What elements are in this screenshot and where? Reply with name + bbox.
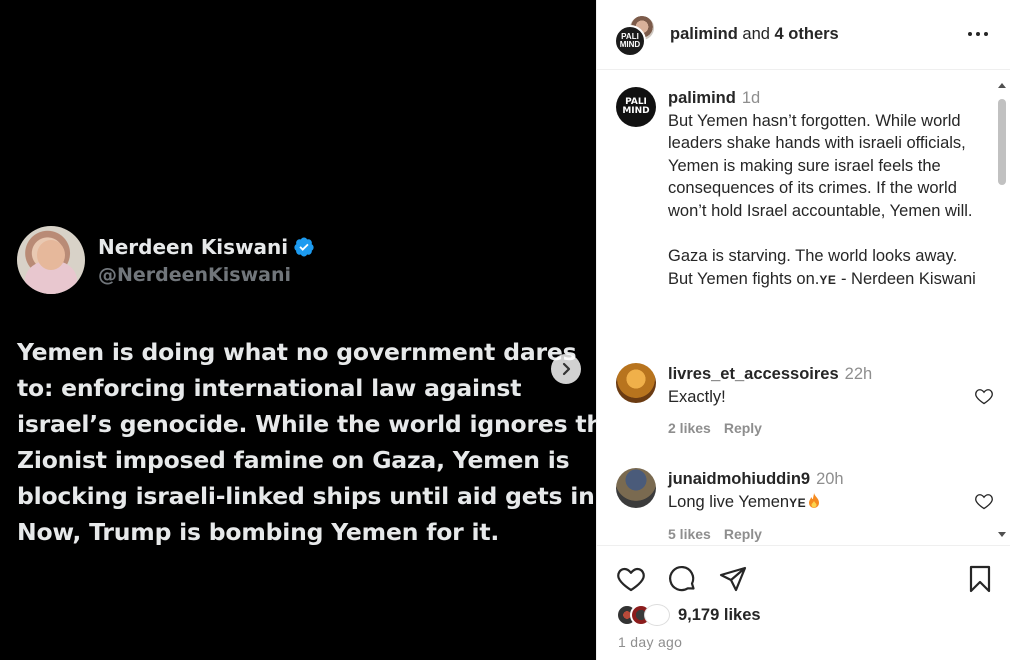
tweet-author-name: Nerdeen Kiswani: [98, 235, 315, 259]
chevron-right-icon: [562, 362, 571, 376]
tweet-line: to: enforcing international law against: [17, 374, 522, 402]
avatar: PALI MIND: [614, 24, 646, 57]
caption-attribution: - Nerdeen Kiswani: [836, 269, 976, 288]
more-horizontal-icon[interactable]: [966, 24, 990, 44]
comment-likes[interactable]: 5 likes: [668, 526, 711, 542]
post-viewer: Nerdeen Kiswani @NerdeenKiswani Yemen is…: [0, 0, 1010, 660]
avatar-logo-text: MIND: [619, 39, 641, 49]
scrollbar-thumb[interactable]: [998, 99, 1006, 185]
collab-avatars[interactable]: PALI MIND: [614, 13, 656, 57]
comment-text: Long live YemenYE: [668, 491, 844, 515]
collaborators-link[interactable]: 4 others: [775, 25, 839, 43]
caption-username[interactable]: palimind: [668, 89, 736, 107]
verified-badge-icon: [294, 236, 314, 257]
scroll-down-icon[interactable]: [998, 532, 1006, 537]
comment-username[interactable]: livres_et_accessoires: [668, 365, 839, 383]
share-icon[interactable]: [718, 564, 748, 594]
caption: PALI MIND palimind 1d But Yemen hasn’t for…: [597, 71, 1010, 291]
tweet-line: blocking israeli-linked ships until aid …: [17, 482, 596, 510]
avatar[interactable]: [616, 363, 656, 403]
author-username[interactable]: palimind: [670, 25, 738, 43]
reply-button[interactable]: Reply: [724, 526, 762, 542]
yemen-flag-icon: YE: [819, 272, 837, 287]
comment-icon[interactable]: [667, 564, 697, 594]
fire-emoji-icon: [809, 492, 820, 508]
comment-time[interactable]: 20h: [816, 470, 844, 488]
caption-time[interactable]: 1d: [742, 89, 760, 107]
tweet-header: Nerdeen Kiswani @NerdeenKiswani: [17, 226, 315, 294]
comment-item: livres_et_accessoires 22h Exactly! 2 like…: [616, 363, 996, 440]
authors-joiner: and: [737, 25, 775, 43]
bookmark-icon[interactable]: [965, 564, 995, 594]
yemen-flag-icon: YE: [789, 495, 807, 510]
tweet-avatar: [17, 226, 85, 294]
tweet-line: israel’s genocide. While the world ignor…: [17, 410, 596, 438]
avatar[interactable]: PALI MIND: [616, 87, 656, 127]
tweet-line: Now, Trump is bombing Yemen for it.: [17, 518, 500, 546]
comments-list[interactable]: PALI MIND palimind 1d But Yemen hasn’t for…: [597, 71, 1010, 545]
avatar: [644, 604, 670, 626]
heart-icon[interactable]: [974, 491, 994, 511]
caption-text: But Yemen hasn’t forgotten. While world …: [668, 110, 984, 292]
scroll-up-icon[interactable]: [998, 83, 1006, 88]
post-header: PALI MIND palimind and 4 others: [597, 0, 1010, 70]
post-media: Nerdeen Kiswani @NerdeenKiswani Yemen is…: [0, 0, 596, 660]
tweet-handle: @NerdeenKiswani: [98, 263, 292, 286]
reply-button[interactable]: Reply: [724, 420, 762, 436]
post-side-panel: PALI MIND palimind and 4 others PALI MIND …: [596, 0, 1010, 660]
comment-time[interactable]: 22h: [845, 365, 873, 383]
tweet-line: Yemen is doing what no government dares: [17, 338, 577, 366]
likes-count[interactable]: 9,179 likes: [678, 606, 761, 625]
likes-summary[interactable]: 9,179 likes: [616, 604, 761, 626]
heart-icon[interactable]: [974, 386, 994, 406]
post-timestamp[interactable]: 1 day ago: [618, 634, 682, 650]
post-actions: 9,179 likes 1 day ago: [597, 545, 1010, 660]
heart-icon[interactable]: [616, 564, 646, 594]
next-slide-button[interactable]: [551, 354, 581, 384]
avatar-logo-text: MIND: [622, 106, 650, 116]
tweet-line: Zionist imposed famine on Gaza, Yemen is: [17, 446, 570, 474]
comment-username[interactable]: junaidmohiuddin9: [668, 470, 810, 488]
avatar[interactable]: [616, 468, 656, 508]
comment-body: Long live Yemen: [668, 492, 790, 511]
comment-text: Exactly!: [668, 387, 726, 406]
tweet-text: Yemen is doing what no government dares …: [17, 334, 596, 550]
comment-likes[interactable]: 2 likes: [668, 420, 711, 436]
caption-body: But Yemen hasn’t forgotten. While world …: [668, 111, 973, 288]
tweet-author-name-text: Nerdeen Kiswani: [98, 234, 289, 259]
comment-item: junaidmohiuddin9 20h Long live YemenYE 5 …: [616, 468, 996, 545]
post-authors[interactable]: palimind and 4 others: [670, 25, 839, 44]
comments-scrollbar[interactable]: [994, 71, 1010, 545]
